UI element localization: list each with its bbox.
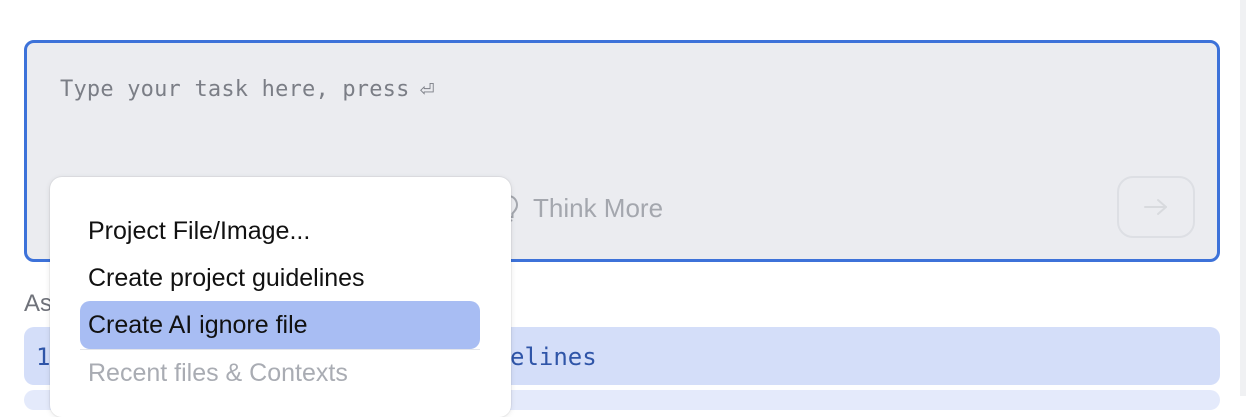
window-edge <box>1240 0 1246 396</box>
enter-key-icon: ⏎ <box>419 80 435 101</box>
think-more-toggle[interactable]: Think More <box>497 193 663 224</box>
arrow-right-icon <box>1142 197 1170 217</box>
task-input-placeholder[interactable]: Type your task here, press ⏎ <box>60 77 435 102</box>
suggestion-row-number: 1 <box>36 343 51 371</box>
think-more-label: Think More <box>533 193 664 223</box>
context-menu-popup: Project File/Image... Create project gui… <box>50 177 511 417</box>
menu-item-create-project-guidelines[interactable]: Create project guidelines <box>80 254 480 302</box>
menu-divider <box>80 349 480 350</box>
menu-item-create-ai-ignore-file[interactable]: Create AI ignore file <box>80 301 480 349</box>
send-button[interactable] <box>1117 176 1195 238</box>
task-placeholder-text: Type your task here, press <box>60 77 410 102</box>
menu-item-project-file-image[interactable]: Project File/Image... <box>80 207 480 255</box>
suggestion-row-text: elines <box>510 343 597 371</box>
menu-section-header-recent: Recent files & Contexts <box>88 359 348 387</box>
section-label: As <box>24 290 53 317</box>
